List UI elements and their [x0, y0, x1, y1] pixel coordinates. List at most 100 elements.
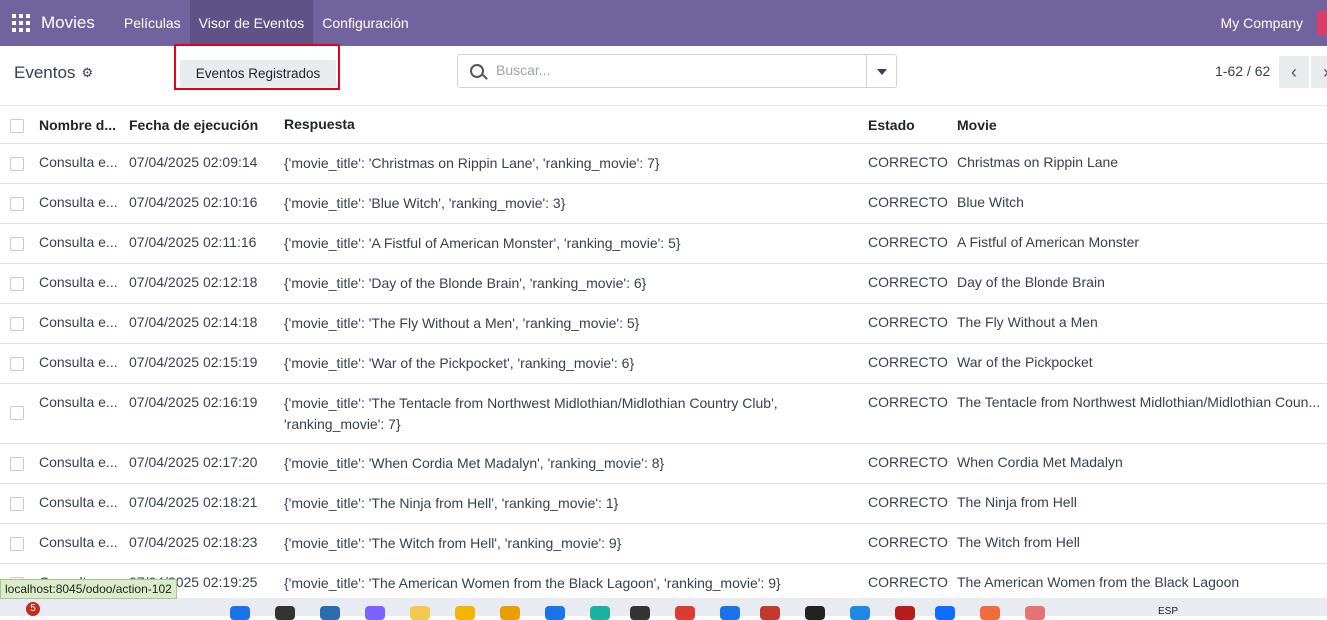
- table-row[interactable]: Consulta e... 07/04/2025 02:18:21 {'movie_…: [0, 484, 1327, 524]
- pager-previous-button[interactable]: ‹: [1279, 56, 1309, 88]
- cell-fecha: 07/04/2025 02:17:20: [129, 454, 258, 470]
- cell-nombre: Consulta e...: [39, 454, 118, 470]
- cell-fecha: 07/04/2025 02:14:18: [129, 314, 258, 330]
- cell-movie: The Fly Without a Men: [957, 314, 1098, 330]
- status-url: localhost:8045/odoo/action-102: [0, 579, 177, 599]
- explorer-icon[interactable]: [455, 606, 475, 620]
- browser-icon[interactable]: [850, 606, 870, 620]
- app-brand[interactable]: Movies: [41, 13, 95, 33]
- column-header-estado[interactable]: Estado: [868, 117, 948, 133]
- company-switcher[interactable]: My Company: [1221, 0, 1303, 46]
- windows-start-icon[interactable]: [230, 606, 250, 620]
- column-header-fecha[interactable]: Fecha de ejecución: [129, 117, 279, 133]
- cell-respuesta: {'movie_title': 'The American Women from…: [284, 575, 781, 591]
- apps-grid-icon[interactable]: [12, 14, 30, 32]
- cell-fecha: 07/04/2025 02:18:23: [129, 534, 258, 550]
- user-avatar[interactable]: [1317, 11, 1327, 35]
- cell-fecha: 07/04/2025 02:12:18: [129, 274, 258, 290]
- table-row[interactable]: Consulta e... 07/04/2025 02:12:18 {'movie_…: [0, 264, 1327, 304]
- cell-estado: CORRECTO: [868, 194, 948, 210]
- cell-movie: The Witch from Hell: [957, 534, 1080, 550]
- app-red-icon[interactable]: [895, 606, 915, 620]
- cell-respuesta: {'movie_title': 'A Fistful of American M…: [284, 235, 681, 251]
- row-checkbox[interactable]: [10, 497, 24, 511]
- pager-next-button[interactable]: ›: [1311, 56, 1327, 88]
- vscode-icon[interactable]: [545, 606, 565, 620]
- cell-nombre: Consulta e...: [39, 534, 118, 550]
- language-indicator[interactable]: ESP: [1158, 606, 1178, 617]
- cell-respuesta: {'movie_title': 'The Tentacle from North…: [284, 395, 778, 432]
- cell-estado: CORRECTO: [868, 154, 948, 170]
- table-row[interactable]: Consulta e... 07/04/2025 02:18:23 {'movie_…: [0, 524, 1327, 564]
- terminal-icon[interactable]: [630, 606, 650, 620]
- menu-peliculas[interactable]: Películas: [115, 0, 190, 46]
- cell-fecha: 07/04/2025 02:18:21: [129, 494, 258, 510]
- github-icon[interactable]: [805, 606, 825, 620]
- search-bar: [457, 54, 867, 88]
- taskview-icon[interactable]: [320, 606, 340, 620]
- row-checkbox[interactable]: [10, 537, 24, 551]
- table-row[interactable]: Consulta e... 07/04/2025 02:16:19 {'movie_…: [0, 384, 1327, 444]
- cell-movie: Christmas on Rippin Lane: [957, 154, 1119, 170]
- widgets-icon[interactable]: [410, 606, 430, 620]
- postman-icon[interactable]: [980, 606, 1000, 620]
- folder-icon[interactable]: [500, 606, 520, 620]
- column-header-nombre[interactable]: Nombre d...: [39, 117, 119, 133]
- gear-icon[interactable]: ⚙: [81, 65, 93, 81]
- cell-fecha: 07/04/2025 02:09:14: [129, 154, 258, 170]
- cell-nombre: Consulta e...: [39, 394, 118, 410]
- cell-estado: CORRECTO: [868, 274, 948, 290]
- teams-icon[interactable]: [365, 606, 385, 620]
- calendar-icon[interactable]: [720, 606, 740, 620]
- search-taskbar-icon[interactable]: [275, 606, 295, 620]
- control-panel: Eventos ⚙ Eventos Registrados 1-62 / 62 …: [0, 44, 1327, 106]
- edge-icon[interactable]: [590, 606, 610, 620]
- table-row[interactable]: Consulta e... 07/04/2025 02:15:19 {'movie_…: [0, 344, 1327, 384]
- table-row[interactable]: Consulta e... 07/04/2025 02:09:14 {'movie_…: [0, 144, 1327, 184]
- cell-movie: The Ninja from Hell: [957, 494, 1077, 510]
- eventos-registrados-button[interactable]: Eventos Registrados: [180, 60, 336, 87]
- row-checkbox[interactable]: [10, 406, 24, 420]
- app-pink-icon[interactable]: [1025, 606, 1045, 620]
- select-all-checkbox[interactable]: [10, 119, 24, 133]
- cell-nombre: Consulta e...: [39, 494, 118, 510]
- cell-estado: CORRECTO: [868, 394, 948, 410]
- cell-respuesta: {'movie_title': 'The Ninja from Hell', '…: [284, 495, 619, 511]
- search-input[interactable]: [494, 61, 848, 79]
- pager-value[interactable]: 1-62 / 62: [1215, 63, 1270, 79]
- cell-movie: A Fistful of American Monster: [957, 234, 1140, 250]
- chrome-icon[interactable]: [675, 606, 695, 620]
- os-taskbar: 5 ESP: [0, 598, 1327, 620]
- cell-movie: Day of the Blonde Brain: [957, 274, 1105, 290]
- cell-nombre: Consulta e...: [39, 354, 118, 370]
- chevron-left-icon: ‹: [1291, 61, 1297, 82]
- column-header-movie[interactable]: Movie: [957, 117, 1327, 133]
- app-blue-icon[interactable]: [935, 606, 955, 620]
- table-row[interactable]: Consulta e... 07/04/2025 02:17:20 {'movie_…: [0, 444, 1327, 484]
- cell-respuesta: {'movie_title': 'The Witch from Hell', '…: [284, 535, 622, 551]
- menu-configuracion[interactable]: Configuración: [313, 0, 417, 46]
- cell-nombre: Consulta e...: [39, 274, 118, 290]
- cell-respuesta: {'movie_title': 'When Cordia Met Madalyn…: [284, 455, 665, 471]
- row-checkbox[interactable]: [10, 317, 24, 331]
- search-options-toggle[interactable]: [867, 54, 897, 88]
- column-header-respuesta[interactable]: Respuesta: [284, 114, 859, 135]
- cell-fecha: 07/04/2025 02:15:19: [129, 354, 258, 370]
- row-checkbox[interactable]: [10, 277, 24, 291]
- cell-movie: The Tentacle from Northwest Midlothian/M…: [957, 394, 1321, 410]
- cell-nombre: Consulta e...: [39, 194, 118, 210]
- row-checkbox[interactable]: [10, 237, 24, 251]
- page-title: Eventos: [14, 63, 76, 82]
- row-checkbox[interactable]: [10, 457, 24, 471]
- table-row[interactable]: Consulta e... 07/04/2025 02:10:16 {'movie_…: [0, 184, 1327, 224]
- row-checkbox[interactable]: [10, 197, 24, 211]
- menu-visor-de-eventos[interactable]: Visor de Eventos: [189, 0, 314, 46]
- app-icon[interactable]: [760, 606, 780, 620]
- top-navbar: Movies Películas Visor de Eventos Config…: [0, 0, 1327, 46]
- table-row[interactable]: Consulta e... 07/04/2025 02:14:18 {'movie_…: [0, 304, 1327, 344]
- cell-estado: CORRECTO: [868, 574, 948, 590]
- table-row[interactable]: Consulta e... 07/04/2025 02:11:16 {'movie_…: [0, 224, 1327, 264]
- row-checkbox[interactable]: [10, 357, 24, 371]
- cell-respuesta: {'movie_title': 'Blue Witch', 'ranking_m…: [284, 195, 566, 211]
- row-checkbox[interactable]: [10, 157, 24, 171]
